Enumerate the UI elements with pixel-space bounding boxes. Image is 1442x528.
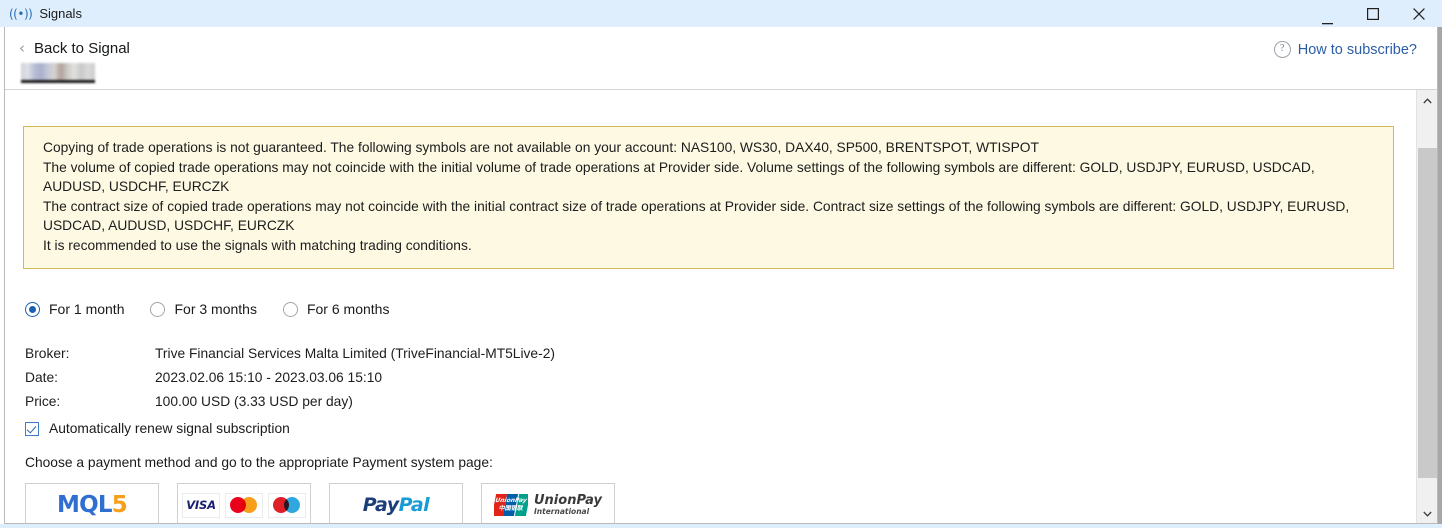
payment-method-paypal[interactable]: PayPal [329,483,463,523]
unionpay-name: UnionPay [534,493,602,509]
titlebar-left-group: ((•)) Signals [0,6,82,21]
payment-prompt: Choose a payment method and go to the ap… [25,455,493,470]
unionpay-wordmark: UnionPay International [534,494,602,516]
payment-method-mql5[interactable]: MQL5 [25,483,159,523]
subscription-period-group: For 1 month For 3 months For 6 months [25,301,389,317]
detail-value-price: 100.00 USD (3.33 USD per day) [155,394,353,409]
radio-for-3-months[interactable]: For 3 months [150,301,257,317]
help-circle-icon: ? [1273,41,1291,58]
subscription-details: Broker: Trive Financial Services Malta L… [25,342,555,414]
paypal-logo-accent: Pal [398,494,430,516]
signal-subscription-panel: ‹ Back to Signal ? How to subscribe? Cop… [4,27,1438,524]
maestro-icon [268,492,306,518]
back-to-signal-label: Back to Signal [34,40,130,57]
warning-line-3: The contract size of copied trade operat… [43,198,1350,234]
table-row: Broker: Trive Financial Services Malta L… [25,342,555,366]
scroll-down-button[interactable] [1417,503,1437,523]
detail-value-date: 2023.02.06 15:10 - 2023.03.06 15:10 [155,370,383,385]
payment-method-unionpay[interactable]: UnionPay 中国银联 UnionPay International [481,483,615,523]
close-button[interactable] [1396,0,1442,27]
payment-method-cards[interactable]: VISA [177,483,311,523]
unionpay-subtitle: International [534,506,590,516]
window-right-edge [1438,27,1442,524]
chevron-down-icon [1423,511,1432,517]
unionpay-mark-line2: 中国银联 [498,505,524,512]
detail-key-broker: Broker: [25,346,70,361]
mql5-logo-text: MQL [57,492,112,518]
unionpay-mark: UnionPay 中国银联 [494,494,528,516]
unionpay-mark-line1: UnionPay [494,497,528,504]
panel-header: ‹ Back to Signal ? How to subscribe? [5,27,1437,90]
detail-value-broker: Trive Financial Services Malta Limited (… [155,346,555,361]
chevron-up-icon [1423,97,1432,103]
chevron-left-icon: ‹ [19,39,25,57]
radio-label-3-months: For 3 months [174,301,257,317]
scroll-content: Copying of trade operations is not guara… [5,90,1416,523]
window-titlebar: ((•)) Signals [0,0,1442,27]
how-to-subscribe-link[interactable]: ? How to subscribe? [1273,41,1417,58]
maximize-icon [1367,7,1379,20]
maximize-button[interactable] [1350,0,1396,27]
details-table: Broker: Trive Financial Services Malta L… [25,342,555,414]
panel-body: Copying of trade operations is not guara… [5,90,1437,523]
table-row: Price: 100.00 USD (3.33 USD per day) [25,390,555,414]
back-to-signal-link[interactable]: ‹ Back to Signal [19,40,130,57]
radio-for-1-month[interactable]: For 1 month [25,301,124,317]
window-bottom-edge [0,524,1442,528]
auto-renew-label: Automatically renew signal subscription [49,421,290,436]
auto-renew-checkbox-row[interactable]: Automatically renew signal subscription [25,421,290,436]
table-row: Date: 2023.02.06 15:10 - 2023.03.06 15:1… [25,366,555,390]
vertical-scrollbar[interactable] [1416,90,1437,523]
window-title: Signals [39,6,82,21]
minimize-icon [1321,22,1333,24]
mql5-logo-icon: MQL5 [57,492,128,518]
scroll-up-button[interactable] [1417,90,1437,111]
warning-line-1: Copying of trade operations is not guara… [43,140,1039,155]
how-to-subscribe-label: How to subscribe? [1297,41,1417,58]
payment-methods-row: MQL5 VISA PayPal UnionPay 中国银联 UnionPay … [25,483,615,523]
radio-label-6-months: For 6 months [306,301,390,317]
close-icon [1413,7,1425,20]
scrollbar-thumb[interactable] [1418,148,1437,478]
warning-line-4: It is recommended to use the signals wit… [43,237,472,253]
trading-conditions-warning: Copying of trade operations is not guara… [23,126,1394,269]
detail-key-date: Date: [25,370,58,385]
signal-provider-avatar-redacted [21,63,95,83]
warning-line-2: The volume of copied trade operations ma… [43,159,1315,195]
visa-label: VISA [186,498,216,512]
card-logos-group: VISA [182,492,306,518]
auto-renew-checkbox[interactable] [25,421,39,436]
mql5-logo-accent: 5 [111,492,128,518]
radio-for-6-months[interactable]: For 6 months [282,301,390,317]
radio-indicator-1-month[interactable] [25,301,40,317]
paypal-logo-icon: PayPal [362,494,430,516]
minimize-button[interactable] [1304,0,1350,30]
signal-broadcast-icon: ((•)) [9,6,33,21]
mastercard-circles [230,497,258,513]
unionpay-logo-icon: UnionPay 中国银联 UnionPay International [494,494,602,516]
radio-indicator-3-months[interactable] [150,301,166,317]
visa-icon: VISA [182,492,220,518]
mastercard-icon [225,492,263,518]
radio-label-1-month: For 1 month [49,301,125,317]
detail-key-price: Price: [25,394,61,409]
radio-indicator-6-months[interactable] [282,301,298,317]
paypal-logo-text: Pay [362,494,399,516]
maestro-circles [273,497,301,513]
